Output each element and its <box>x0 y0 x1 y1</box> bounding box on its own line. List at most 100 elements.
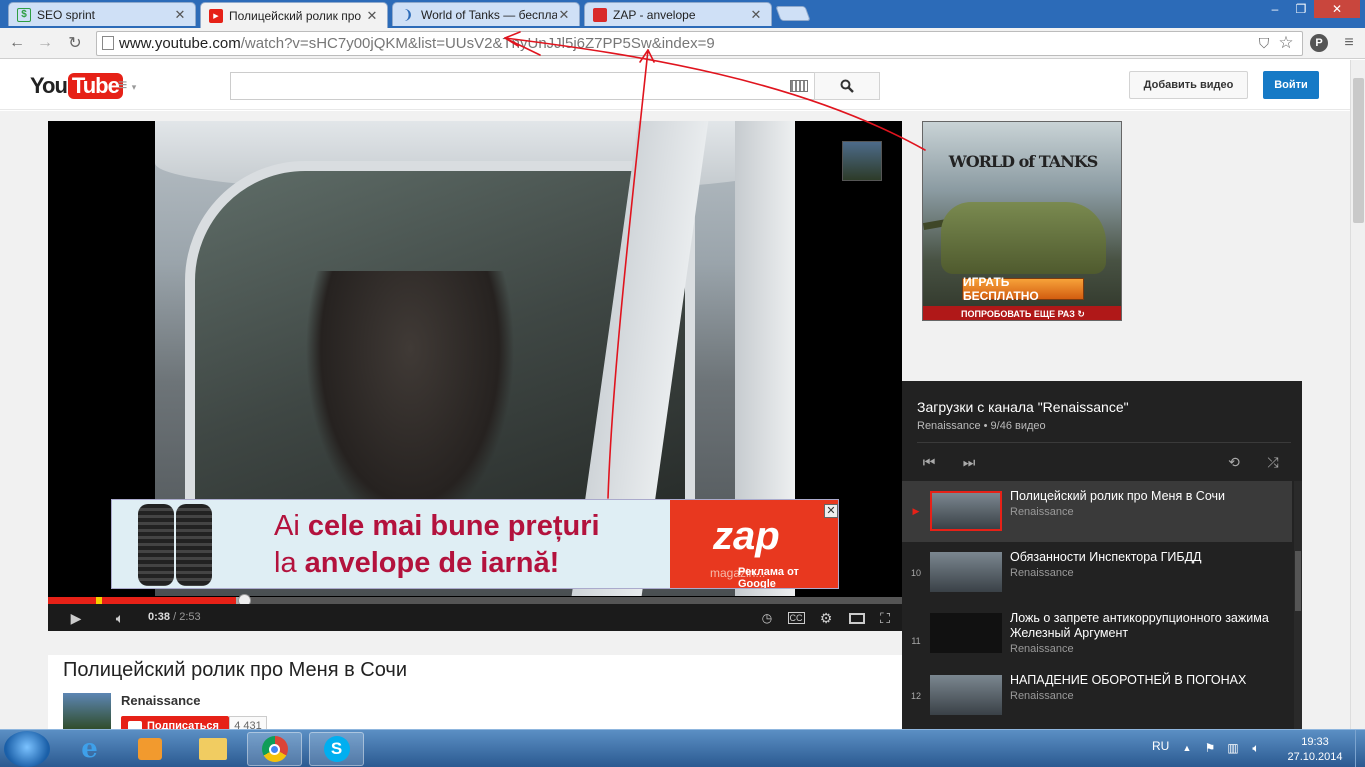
page-scrollbar[interactable] <box>1350 60 1365 729</box>
playlist-item[interactable]: ▶ Полицейский ролик про Меня в Сочи Rena… <box>902 481 1292 542</box>
guide-menu-icon[interactable]: ≡ ▾ <box>118 77 136 95</box>
tab-title: Полицейский ролик про <box>229 8 362 23</box>
owner-avatar[interactable] <box>63 693 111 731</box>
search-input[interactable] <box>230 72 815 100</box>
reload-button[interactable]: ↻ <box>64 32 86 54</box>
volume-icon[interactable]: 🔈︎ <box>108 608 132 628</box>
playlist-item-owner: Renaissance <box>1010 690 1074 702</box>
previous-icon[interactable]: ⏮ <box>918 453 940 471</box>
player-controls: ▶ 🔈︎ 0:38 / 2:53 ◷ CC ⚙ ⛶ <box>48 604 902 631</box>
clock-date: 27.10.2014 <box>1287 751 1343 763</box>
video-scene-driver <box>305 271 515 531</box>
address-bar[interactable]: www.youtube.com/watch?v=sHC7y00jQKM&list… <box>96 31 1303 56</box>
ad-line1-plain: Ai <box>274 510 308 542</box>
playlist-item-title: Ложь о запрете антикоррупционного зажима… <box>1010 611 1269 640</box>
shield-icon[interactable]: ⛉ <box>1253 32 1275 54</box>
ad-headline: Ai cele mai bune prețuri la anvelope de … <box>274 508 600 582</box>
tires-image <box>138 504 212 586</box>
watch-later-icon[interactable]: ◷ <box>758 608 776 628</box>
close-tab-icon[interactable]: ✕ <box>365 8 379 24</box>
playlist-item-owner: Renaissance <box>1010 567 1074 579</box>
theater-mode-icon[interactable] <box>846 608 868 628</box>
search-icon <box>840 79 854 93</box>
playlist-item-title: Обязанности Инспектора ГИБДД <box>1010 550 1202 564</box>
playlist-divider <box>917 442 1291 443</box>
close-tab-icon[interactable]: ✕ <box>749 7 763 23</box>
ad-marker <box>96 597 102 604</box>
search-button[interactable] <box>814 72 880 100</box>
media-player-icon[interactable] <box>122 732 177 766</box>
zap-icon <box>593 7 607 22</box>
progress-bar[interactable] <box>48 594 902 607</box>
skype-icon[interactable]: S <box>309 732 364 766</box>
close-window-button[interactable]: ✕ <box>1314 0 1360 18</box>
url-host: www.youtube.com <box>119 35 241 52</box>
next-icon[interactable]: ⏭ <box>958 453 980 471</box>
wot-logo: WORLD of TANKS <box>948 152 1099 171</box>
explorer-folder-icon[interactable] <box>185 732 240 766</box>
tab-world-of-tanks[interactable]: ❩ World of Tanks — бесплат ✕ <box>392 2 580 26</box>
ads-by-google-label[interactable]: Реклама от Google <box>738 566 838 588</box>
minimize-button[interactable]: – <box>1262 0 1288 18</box>
shuffle-icon[interactable]: ⤮ <box>1262 453 1284 471</box>
playlist-item[interactable]: 10 Обязанности Инспектора ГИБДД Renaissa… <box>902 542 1292 603</box>
internet-explorer-icon[interactable]: e <box>62 732 117 766</box>
channel-watermark[interactable] <box>842 141 882 181</box>
owner-name[interactable]: Renaissance <box>121 693 201 708</box>
try-again-button[interactable]: ПОПРОБОВАТЬ ЕЩЕ РАЗ ↻ <box>923 306 1121 320</box>
sign-in-button[interactable]: Войти <box>1263 71 1319 99</box>
fullscreen-icon[interactable]: ⛶ <box>874 608 896 628</box>
loop-icon[interactable]: ⟲ <box>1223 453 1245 471</box>
logo-tube: Tube <box>67 73 123 99</box>
url-path: /watch?v=sHC7y00jQKM&list=UUsV2&TnyUnJJl… <box>240 35 715 52</box>
playlist-title[interactable]: Загрузки с канала "Renaissance" <box>917 399 1129 415</box>
tab-zap[interactable]: ZAP - anvelope ✕ <box>584 2 772 26</box>
current-time: 0:38 <box>148 611 171 623</box>
bookmark-star-icon[interactable]: ☆ <box>1275 32 1297 54</box>
youtube-logo[interactable]: You Tube <box>30 71 123 101</box>
playlist-item-thumbnail <box>930 613 1002 653</box>
chrome-icon[interactable] <box>247 732 302 766</box>
played-bar <box>48 597 236 604</box>
zap-logo: zap <box>713 514 780 558</box>
tray-expand-icon[interactable]: ▲ <box>1180 741 1194 755</box>
keyboard-icon[interactable] <box>790 80 808 92</box>
playlist-scrollbar[interactable] <box>1294 481 1302 729</box>
play-icon[interactable]: ▶ <box>66 608 86 628</box>
ad-line2-bold: anvelope de iarnă! <box>304 547 560 579</box>
start-button[interactable] <box>4 731 50 767</box>
back-button[interactable]: ← <box>6 32 28 54</box>
ad-close-icon[interactable]: ✕ <box>824 504 838 518</box>
tab-seo-sprint[interactable]: $ SEO sprint ✕ <box>8 2 196 26</box>
video-info: Полицейский ролик про Меня в Сочи Renais… <box>48 655 902 736</box>
settings-gear-icon[interactable]: ⚙ <box>816 608 836 628</box>
close-tab-icon[interactable]: ✕ <box>557 7 571 23</box>
play-free-button[interactable]: ИГРАТЬ БЕСПЛАТНО <box>962 275 1084 303</box>
flag-icon[interactable]: ⚑ <box>1203 741 1217 755</box>
network-icon[interactable]: ▥ <box>1226 741 1240 755</box>
page-scrollbar-thumb[interactable] <box>1353 78 1364 223</box>
forward-button[interactable]: → <box>34 32 56 54</box>
overlay-ad-banner[interactable]: Ai cele mai bune prețuri la anvelope de … <box>111 499 839 589</box>
video-player[interactable]: Ai cele mai bune prețuri la anvelope de … <box>48 121 902 631</box>
new-tab-button[interactable] <box>775 6 811 21</box>
language-indicator[interactable]: RU <box>1152 739 1169 753</box>
extension-icon[interactable]: P <box>1308 32 1330 54</box>
maximize-button[interactable]: ❐ <box>1288 0 1314 18</box>
playlist-item-owner: Renaissance <box>1010 643 1074 655</box>
tab-youtube[interactable]: ▶ Полицейский ролик про ✕ <box>200 2 388 28</box>
volume-tray-icon[interactable]: 🔈︎ <box>1249 741 1263 755</box>
tab-title: World of Tanks — бесплат <box>421 7 557 22</box>
playlist-item[interactable]: 12 НАПАДЕНИЕ ОБОРОТНЕЙ В ПОГОНАХ Renaiss… <box>902 665 1292 726</box>
menu-icon[interactable]: ≡ <box>1338 32 1360 54</box>
upload-button[interactable]: Добавить видео <box>1129 71 1248 99</box>
show-desktop-button[interactable] <box>1355 730 1365 767</box>
browser-tab-strip: $ SEO sprint ✕ ▶ Полицейский ролик про ✕… <box>0 0 1365 28</box>
captions-icon[interactable]: CC <box>786 608 806 628</box>
time-display: 0:38 / 2:53 <box>148 611 201 623</box>
world-of-tanks-ad[interactable]: WORLD of TANKS ИГРАТЬ БЕСПЛАТНО ПОПРОБОВ… <box>922 121 1122 321</box>
close-tab-icon[interactable]: ✕ <box>173 7 187 23</box>
playlist-item-thumbnail <box>930 675 1002 715</box>
logo-you: You <box>30 73 68 98</box>
system-clock[interactable]: 19:33 27.10.2014 <box>1282 735 1348 765</box>
